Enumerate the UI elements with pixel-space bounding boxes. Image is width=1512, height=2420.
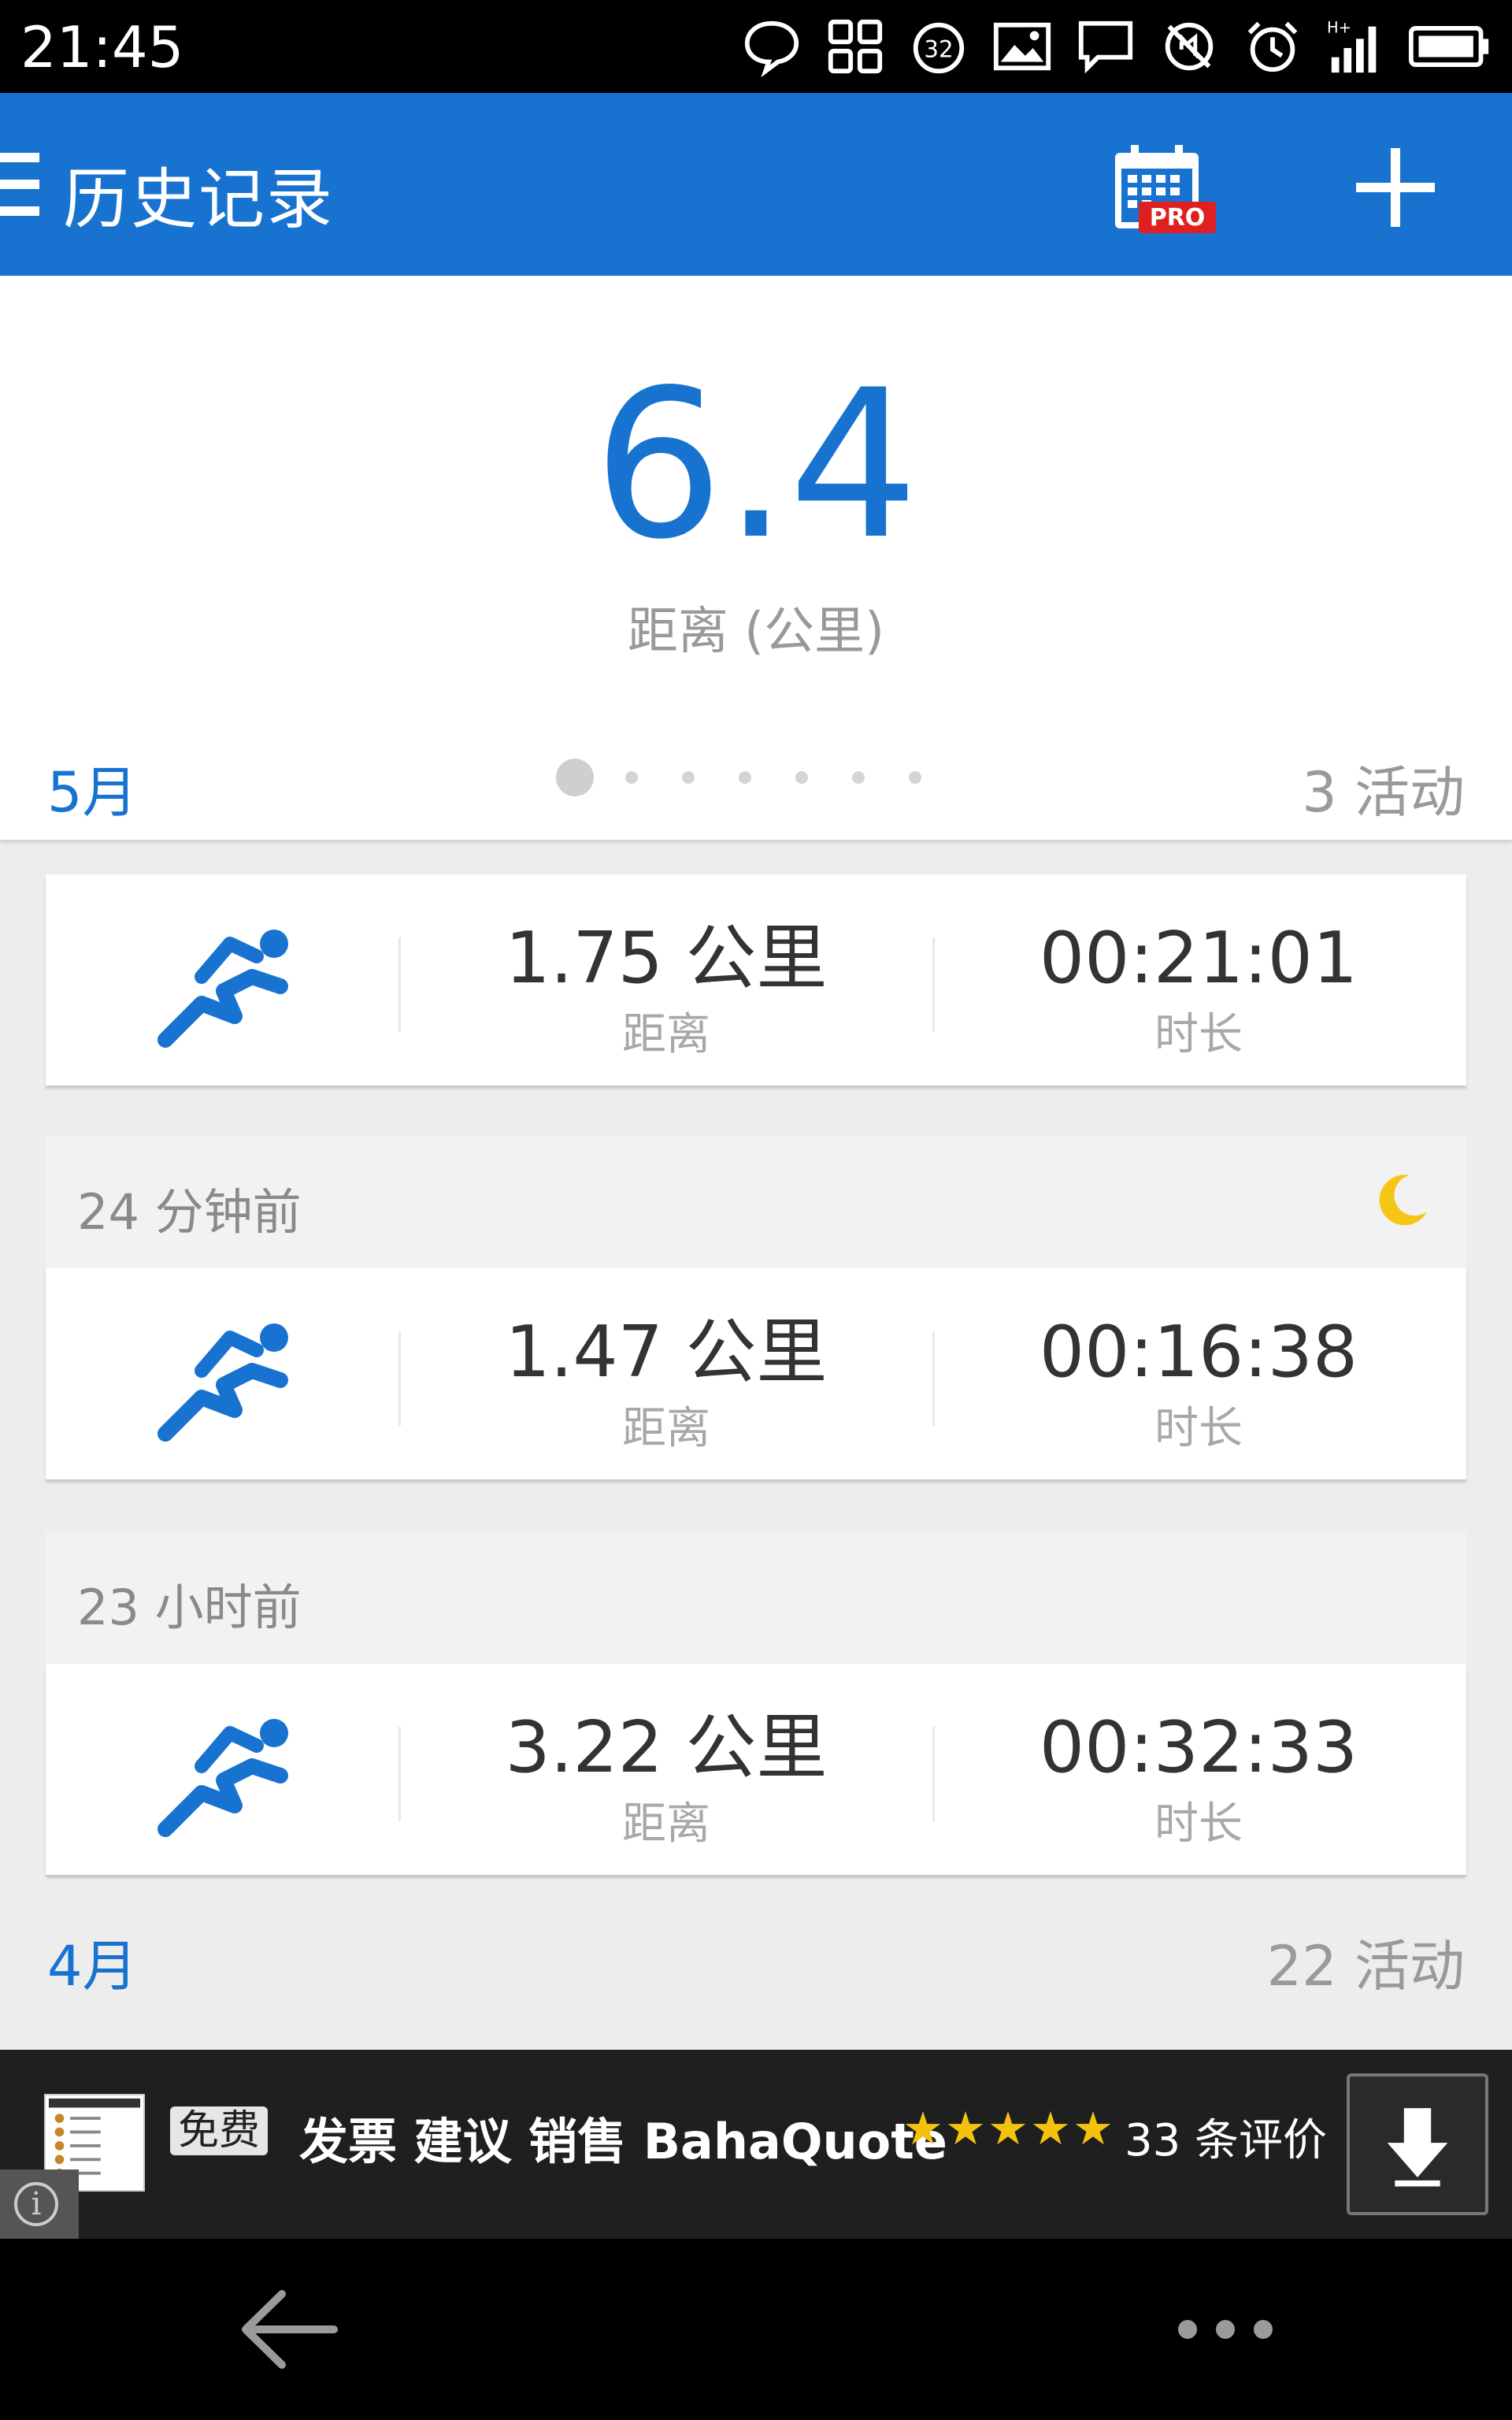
page-dot[interactable] xyxy=(909,771,921,784)
duration-metric: 00:32:33 时长 xyxy=(978,1705,1419,1858)
duration-label: 时长 xyxy=(1154,1798,1243,1850)
activity-count: 22 活动 xyxy=(1266,1934,1465,1999)
activity-card[interactable]: 1.47 公里 距离 00:16:38 时长 xyxy=(46,1268,1466,1479)
ad-free-tag: 免费 xyxy=(170,2106,269,2155)
month-header-may: 5月 3 活动 xyxy=(0,733,1512,827)
add-icon[interactable] xyxy=(1356,148,1435,227)
activity-header: 23 小时前 xyxy=(46,1531,1466,1664)
duration-value: 00:32:33 xyxy=(1039,1706,1358,1789)
calendar-icon: PRO xyxy=(1115,145,1216,233)
time-ago: 24 分钟前 xyxy=(77,1183,302,1241)
page-dot[interactable] xyxy=(852,771,865,784)
download-icon xyxy=(1387,2108,1448,2187)
total-distance-label: 距离 (公里) xyxy=(627,603,885,661)
qr-grid-icon xyxy=(822,13,888,80)
activity-card[interactable]: 3.22 公里 距离 00:32:33 时长 xyxy=(46,1664,1466,1875)
page-dot[interactable] xyxy=(625,771,638,784)
more-icon[interactable] xyxy=(1178,2302,1273,2357)
column-divider xyxy=(932,937,935,1032)
running-icon xyxy=(158,1719,288,1837)
duration-metric: 00:21:01 时长 xyxy=(978,915,1419,1068)
page-indicator[interactable] xyxy=(556,758,965,797)
ad-rating-stars: ★★★★★ xyxy=(902,2102,1115,2155)
distance-metric: 1.47 公里 距离 xyxy=(446,1309,887,1462)
badge-number: 32 xyxy=(924,36,953,63)
ad-info-button[interactable]: i xyxy=(0,2169,79,2239)
image-icon xyxy=(989,13,1055,80)
month-label: 4月 xyxy=(47,1934,138,1999)
activity-header: 24 分钟前 xyxy=(46,1136,1466,1268)
network-type: H+ xyxy=(1327,18,1351,36)
activity-card[interactable]: 1.75 公里 距离 00:21:01 时长 xyxy=(46,874,1466,1086)
signal-hplus-icon: H+ xyxy=(1323,13,1389,80)
activity-count: 3 活动 xyxy=(1302,760,1465,825)
status-bar: 21:45 32 H+ xyxy=(0,0,1512,93)
month-label: 5月 xyxy=(47,760,138,825)
no-sound-icon xyxy=(1156,13,1222,80)
duration-value: 00:16:38 xyxy=(1039,1311,1358,1394)
chat-bubble-icon xyxy=(739,13,805,80)
alarm-icon xyxy=(1240,13,1306,80)
column-divider xyxy=(398,937,401,1032)
page-dot[interactable] xyxy=(739,771,751,784)
distance-value: 1.47 公里 xyxy=(505,1311,828,1394)
duration-metric: 00:16:38 时长 xyxy=(978,1309,1419,1462)
status-icons: 32 H+ xyxy=(739,11,1493,82)
page-title: 历史记录 xyxy=(63,161,335,238)
navigation-bar xyxy=(0,2239,1512,2420)
ad-title[interactable]: 发票 建议 销售 BahaQuote xyxy=(299,2102,947,2173)
distance-metric: 1.75 公里 距离 xyxy=(446,915,887,1068)
pro-badge: PRO xyxy=(1150,204,1206,232)
summary-panel: 6.4 距离 (公里) 5月 3 活动 xyxy=(0,276,1512,840)
ad-banner[interactable]: i 免费 发票 建议 销售 BahaQuote ★★★★★ 33 条评价 xyxy=(0,2050,1512,2239)
menu-icon[interactable] xyxy=(0,153,39,216)
page-dot[interactable] xyxy=(556,759,594,796)
month-header-april[interactable]: 4月 22 活动 xyxy=(0,1906,1512,2001)
distance-value: 1.75 公里 xyxy=(505,917,828,1000)
total-distance: 6.4 xyxy=(593,347,919,585)
distance-label: 距离 xyxy=(622,1009,710,1060)
battery-icon xyxy=(1406,13,1493,80)
app-bar: 历史记录 PRO xyxy=(0,93,1512,276)
distance-value: 3.22 公里 xyxy=(505,1706,828,1789)
duration-label: 时长 xyxy=(1154,1009,1243,1060)
column-divider xyxy=(932,1727,935,1821)
duration-value: 00:21:01 xyxy=(1039,917,1358,1000)
ad-review-count: 33 条评价 xyxy=(1125,2115,1328,2166)
moon-icon xyxy=(1379,1175,1427,1226)
running-icon xyxy=(158,930,288,1048)
badge-32-icon: 32 xyxy=(906,13,972,80)
column-divider xyxy=(932,1331,935,1426)
distance-metric: 3.22 公里 距离 xyxy=(446,1705,887,1858)
distance-label: 距离 xyxy=(622,1798,710,1850)
message-icon xyxy=(1073,13,1139,80)
ad-download-button[interactable] xyxy=(1347,2073,1488,2215)
column-divider xyxy=(398,1727,401,1821)
running-icon xyxy=(158,1323,288,1442)
time-ago: 23 小时前 xyxy=(77,1579,302,1636)
page-dot[interactable] xyxy=(795,771,808,784)
distance-label: 距离 xyxy=(622,1403,710,1454)
calendar-pro-button[interactable]: PRO xyxy=(1110,142,1221,236)
info-icon: i xyxy=(14,2182,58,2226)
back-arrow-icon[interactable] xyxy=(236,2286,339,2373)
duration-label: 时长 xyxy=(1154,1403,1243,1454)
page-dot[interactable] xyxy=(682,771,695,784)
status-time: 21:45 xyxy=(20,14,184,80)
column-divider xyxy=(398,1331,401,1426)
